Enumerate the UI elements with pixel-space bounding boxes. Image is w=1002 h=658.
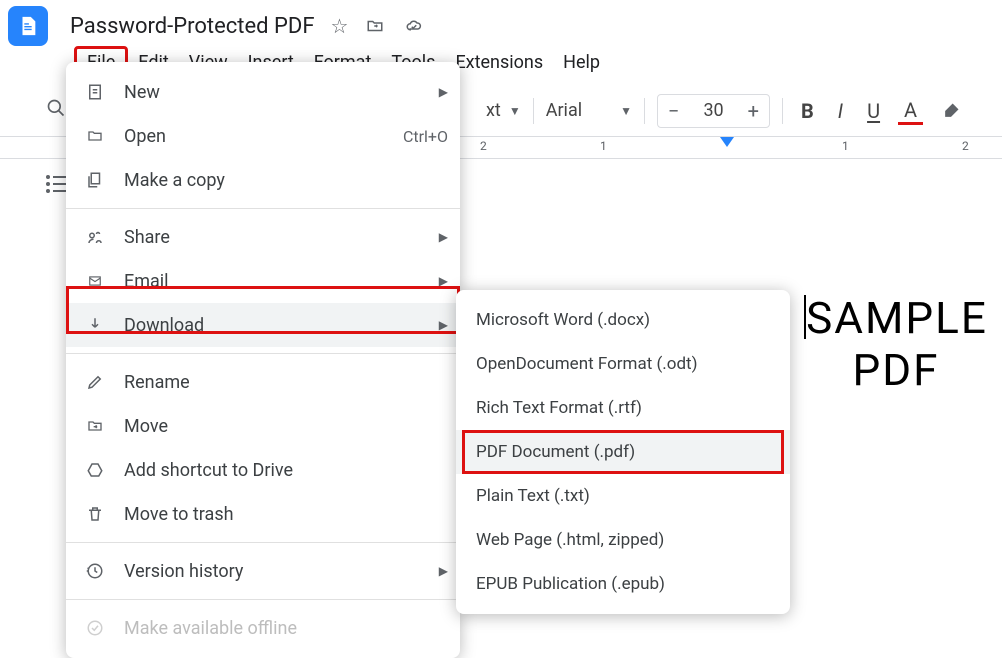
text-color-button[interactable]: A: [898, 96, 923, 125]
document-title[interactable]: Password-Protected PDF: [66, 12, 319, 41]
menu-version-history[interactable]: Version history▶: [66, 549, 460, 593]
download-txt[interactable]: Plain Text (.txt): [456, 474, 790, 518]
underline-button[interactable]: U: [861, 97, 886, 125]
menu-move-trash[interactable]: Move to trash: [66, 492, 460, 536]
download-icon: [84, 316, 106, 334]
menu-open[interactable]: OpenCtrl+O: [66, 114, 460, 158]
font-family-select[interactable]: Arial▼: [546, 100, 632, 121]
ruler-tick: 1: [600, 139, 607, 153]
menu-rename[interactable]: Rename: [66, 360, 460, 404]
download-rtf[interactable]: Rich Text Format (.rtf): [456, 386, 790, 430]
search-icon[interactable]: [46, 98, 66, 123]
star-icon[interactable]: ☆: [331, 14, 349, 38]
font-size-value[interactable]: 30: [689, 96, 737, 125]
cloud-status-icon[interactable]: [402, 17, 426, 35]
titlebar: Password-Protected PDF ☆: [0, 0, 1002, 46]
document-text-line: PDF: [790, 344, 1002, 396]
paragraph-style-select[interactable]: xt▼: [486, 100, 521, 121]
drive-shortcut-icon: [84, 461, 106, 479]
download-epub[interactable]: EPUB Publication (.epub): [456, 562, 790, 606]
italic-button[interactable]: I: [832, 97, 849, 125]
menu-new[interactable]: New▶: [66, 70, 460, 114]
font-size-stepper[interactable]: − 30 +: [657, 94, 770, 128]
move-folder-icon[interactable]: [364, 17, 386, 35]
download-pdf[interactable]: PDF Document (.pdf): [456, 430, 790, 474]
offline-icon: [84, 619, 106, 637]
file-menu-dropdown: New▶ OpenCtrl+O Make a copy Share▶ Email…: [66, 62, 460, 658]
font-size-increase[interactable]: +: [738, 95, 769, 127]
download-html[interactable]: Web Page (.html, zipped): [456, 518, 790, 562]
ruler-indent-marker[interactable]: [720, 137, 734, 147]
menu-email[interactable]: Email▶: [66, 259, 460, 303]
docs-logo-icon[interactable]: [8, 6, 48, 46]
download-odt[interactable]: OpenDocument Format (.odt): [456, 342, 790, 386]
ruler-tick: 2: [962, 139, 969, 153]
download-docx[interactable]: Microsoft Word (.docx): [456, 298, 790, 342]
download-submenu: Microsoft Word (.docx) OpenDocument Form…: [456, 290, 790, 614]
menu-move[interactable]: Move: [66, 404, 460, 448]
menu-add-shortcut[interactable]: Add shortcut to Drive: [66, 448, 460, 492]
ruler-tick: 1: [842, 139, 849, 153]
copy-icon: [84, 171, 106, 189]
document-text-line: SAMPLE: [790, 292, 1002, 344]
menu-download[interactable]: Download▶: [66, 303, 460, 347]
document-canvas[interactable]: SAMPLE PDF: [790, 172, 1002, 603]
menu-make-copy[interactable]: Make a copy: [66, 158, 460, 202]
bold-button[interactable]: B: [795, 97, 820, 125]
move-icon: [84, 418, 106, 434]
menu-help[interactable]: Help: [553, 46, 610, 79]
ruler-tick: 2: [480, 139, 487, 153]
menu-available-offline: Make available offline: [66, 606, 460, 650]
folder-icon: [84, 128, 106, 144]
menu-share[interactable]: Share▶: [66, 215, 460, 259]
email-icon: [84, 274, 106, 288]
title-icons: ☆: [325, 14, 433, 38]
rename-icon: [84, 373, 106, 391]
font-size-decrease[interactable]: −: [658, 95, 689, 127]
history-icon: [84, 562, 106, 580]
menu-extensions[interactable]: Extensions: [445, 46, 553, 79]
trash-icon: [84, 505, 106, 523]
highlight-button[interactable]: [935, 99, 967, 123]
new-doc-icon: [84, 83, 106, 101]
share-icon: [84, 228, 106, 246]
